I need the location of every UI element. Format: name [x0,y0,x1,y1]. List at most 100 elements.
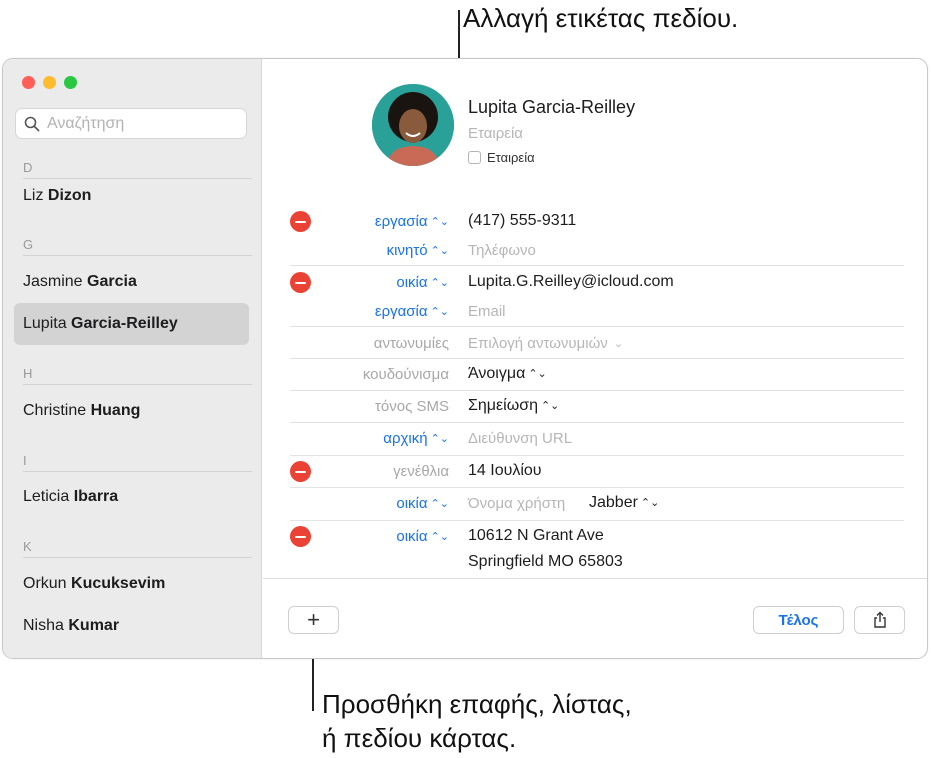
field-separator [290,326,904,327]
updown-chevron-icon: ⌃⌄ [430,433,449,445]
field-placeholder[interactable]: Τηλέφωνο [468,242,536,259]
plus-icon: + [307,607,320,632]
company-checkbox-label: Εταιρεία [487,150,535,165]
field-row-pronouns: αντωνυμίες Επιλογή αντωνυμιών ⌄ [263,331,927,359]
ringtone-popup[interactable]: Άνοιγμα ⌃⌄ [468,365,547,383]
delete-field-button[interactable] [290,211,311,232]
search-field[interactable]: Αναζήτηση [15,108,247,139]
field-label: γενέθλια [393,463,449,480]
section-divider [23,178,252,179]
field-label-popup[interactable]: κινητό ⌃⌄ [387,242,449,259]
pronouns-popup[interactable]: Επιλογή αντωνυμιών ⌄ [468,335,623,352]
updown-chevron-icon: ⌃⌄ [430,245,449,257]
updown-chevron-icon: ⌃⌄ [430,498,449,510]
field-separator [290,422,904,423]
contact-list-item[interactable]: Liz Dizon [23,187,91,205]
field-row-ringtone: κουδούνισμα Άνοιγμα ⌃⌄ [263,362,927,390]
field-row-phone-work: εργασία ⌃⌄ (417) 555-9311 [263,209,927,237]
text-tone-popup[interactable]: Σημείωση ⌃⌄ [468,397,559,415]
add-field-button[interactable]: + [288,606,339,634]
contact-list-item[interactable]: Jasmine Garcia [23,273,137,291]
company-checkbox[interactable] [468,151,481,164]
section-divider [23,471,252,472]
field-label: τόνος SMS [374,398,449,415]
company-checkbox-row[interactable]: Εταιρεία [468,150,535,165]
callout-add-line1: Προσθήκη επαφής, λίστας, [322,689,632,719]
contact-list-item-selected[interactable]: Lupita Garcia-Reilley [23,315,178,333]
field-row-url: αρχική ⌃⌄ Διεύθυνση URL [263,426,927,454]
contact-list-item[interactable]: Leticia Ibarra [23,488,118,506]
im-service-popup[interactable]: Jabber ⌃⌄ [589,494,659,512]
search-icon [24,116,40,131]
field-label-popup[interactable]: εργασία ⌃⌄ [375,303,449,320]
field-label: αντωνυμίες [373,335,449,352]
field-label-popup[interactable]: οικία ⌃⌄ [396,495,449,512]
updown-chevron-icon: ⌃⌄ [430,216,449,228]
contact-avatar[interactable] [372,84,454,166]
updown-chevron-icon: ⌃⌄ [430,277,449,289]
section-divider [23,255,252,256]
contact-list-item[interactable]: Orkun Kucuksevim [23,575,165,593]
section-letter-i: I [23,453,27,468]
sidebar: Αναζήτηση D Liz Dizon G Jasmine Garcia L… [3,59,262,658]
done-button[interactable]: Τέλος [753,606,844,634]
company-field[interactable]: Εταιρεία [468,125,523,142]
close-window-button[interactable] [22,76,35,89]
field-separator [290,455,904,456]
callout-add-line2: ή πεδίου κάρτας. [322,723,517,753]
field-row-birthday: γενέθλια 14 Ιουλίου [263,459,927,487]
contact-card: Lupita Garcia-Reilley Εταιρεία Εταιρεία … [263,59,927,658]
section-letter-k: K [23,539,32,554]
chevron-down-icon: ⌄ [610,338,624,350]
section-letter-g: G [23,237,34,252]
section-divider [23,557,252,558]
field-placeholder[interactable]: Όνομα χρήστη [468,495,565,512]
delete-field-button[interactable] [290,272,311,293]
field-row-phone-mobile: κινητό ⌃⌄ Τηλέφωνο [263,238,927,266]
field-placeholder[interactable]: Email [468,303,506,320]
section-divider [23,384,252,385]
field-label-popup[interactable]: αρχική ⌃⌄ [383,430,449,447]
field-row-address: οικία ⌃⌄ 10612 N Grant Ave Springfield MO… [263,524,927,574]
updown-chevron-icon: ⌃⌄ [540,400,560,412]
address-street[interactable]: 10612 N Grant Ave [468,527,604,545]
field-placeholder[interactable]: Διεύθυνση URL [468,430,572,447]
search-placeholder: Αναζήτηση [47,114,125,132]
field-row-email-work: εργασία ⌃⌄ Email [263,299,927,327]
field-row-email-home: οικία ⌃⌄ Lupita.G.Reilley@icloud.com [263,270,927,298]
field-value[interactable]: 14 Ιουλίου [468,462,542,480]
share-icon [873,611,886,628]
field-row-text-tone: τόνος SMS Σημείωση ⌃⌄ [263,394,927,422]
section-letter-h: H [23,366,33,381]
field-separator [290,358,904,359]
section-letter-d: D [23,160,33,175]
minimize-window-button[interactable] [43,76,56,89]
contact-list-item[interactable]: Nisha Kumar [23,617,119,635]
contacts-window: Αναζήτηση D Liz Dizon G Jasmine Garcia L… [2,58,928,659]
field-label-popup[interactable]: οικία ⌃⌄ [396,528,449,545]
address-city[interactable]: Springfield MO 65803 [468,553,623,571]
contact-list-item[interactable]: Christine Huang [23,402,140,420]
field-separator [290,265,904,266]
zoom-window-button[interactable] [64,76,77,89]
avatar-photo-icon [372,84,454,166]
delete-field-button[interactable] [290,461,311,482]
callout-change-label: Αλλαγή ετικέτας πεδίου. [463,3,739,33]
updown-chevron-icon: ⌃⌄ [430,531,449,543]
field-label-popup[interactable]: οικία ⌃⌄ [396,274,449,291]
field-separator [290,520,904,521]
field-label-popup[interactable]: εργασία ⌃⌄ [375,213,449,230]
share-button[interactable] [854,606,905,634]
field-value[interactable]: Lupita.G.Reilley@icloud.com [468,273,674,291]
field-separator [290,390,904,391]
field-label: κουδούνισμα [362,366,449,383]
field-row-im: οικία ⌃⌄ Όνομα χρήστη Jabber ⌃⌄ [263,491,927,519]
field-separator [290,487,904,488]
updown-chevron-icon: ⌃⌄ [528,368,547,380]
delete-field-button[interactable] [290,526,311,547]
field-value[interactable]: (417) 555-9311 [468,212,576,230]
toolbar-divider [263,578,927,579]
contact-name[interactable]: Lupita Garcia-Reilley [468,97,635,118]
updown-chevron-icon: ⌃⌄ [430,306,449,318]
updown-chevron-icon: ⌃⌄ [640,497,660,509]
